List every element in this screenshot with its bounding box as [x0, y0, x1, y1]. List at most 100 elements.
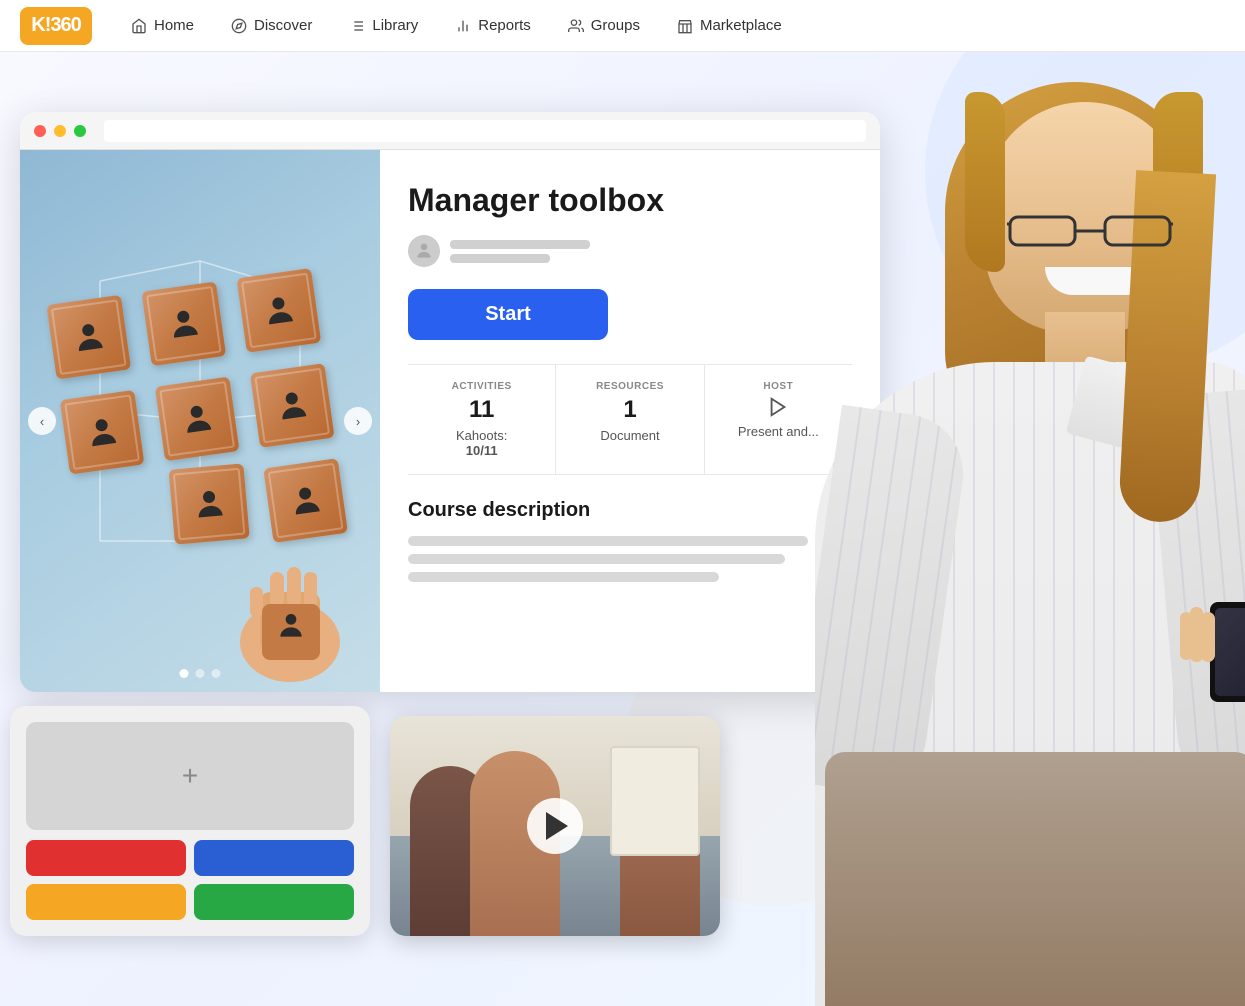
play-triangle [546, 812, 568, 840]
plus-icon: + [182, 760, 198, 792]
whiteboard [610, 746, 700, 856]
wood-block-6 [250, 363, 335, 448]
resources-sub: Document [568, 428, 691, 443]
description-heading: Course description [408, 499, 852, 522]
start-button[interactable]: Start [408, 289, 608, 340]
person-icon-4 [82, 412, 123, 453]
stat-resources: RESOURCES 1 Document [556, 365, 704, 474]
stat-host: HOST Present and... [705, 365, 852, 474]
image-dot-1[interactable] [180, 669, 189, 678]
browser-body: ‹ › Manager toolbox [20, 150, 880, 692]
nav-groups[interactable]: Groups [553, 11, 654, 41]
reports-icon [454, 17, 472, 35]
arm-right [1148, 388, 1245, 797]
host-play-icon [717, 396, 840, 424]
desc-line-2 [408, 554, 785, 564]
wood-block-4 [60, 390, 145, 475]
desc-line-1 [408, 536, 808, 546]
phone [1210, 602, 1245, 702]
author-line-1 [450, 240, 590, 249]
nav-reports[interactable]: Reports [440, 11, 545, 41]
person-icon-3 [259, 290, 300, 331]
browser-url-bar[interactable] [104, 120, 866, 142]
activities-sub: Kahoots: 10/11 [420, 428, 543, 458]
nav-marketplace[interactable]: Marketplace [662, 11, 796, 41]
phone-screen [1215, 608, 1245, 696]
kahoot-image-area: + [26, 722, 354, 830]
nav-library[interactable]: Library [334, 11, 432, 41]
host-sub: Present and... [717, 424, 840, 439]
hand-svg [220, 552, 360, 682]
nav-groups-label: Groups [591, 17, 640, 34]
wood-block-1 [46, 295, 131, 380]
nav-home-label: Home [154, 17, 194, 34]
navigation-bar: K!360 Home Discover Library Reports Grou… [0, 0, 1245, 52]
person-icon-5 [177, 399, 218, 440]
kahoot-btn-green[interactable] [194, 884, 354, 920]
host-label: HOST [717, 381, 840, 392]
video-card[interactable] [390, 716, 720, 936]
marketplace-icon [676, 17, 694, 35]
home-icon [130, 17, 148, 35]
finger-2 [1190, 607, 1203, 662]
wood-block-3 [237, 268, 322, 353]
nav-library-label: Library [372, 17, 418, 34]
arm-right-stripes [1148, 388, 1245, 797]
author-line-2 [450, 254, 550, 263]
wood-block-5 [155, 377, 240, 462]
play-icon [767, 396, 789, 418]
discover-icon [230, 17, 248, 35]
course-image-panel: ‹ › [20, 150, 380, 692]
wood-block-9 [263, 458, 348, 543]
wood-block-placeholder [73, 485, 158, 570]
activities-label: ACTIVITIES [420, 381, 543, 392]
bg-decoration-1 [925, 52, 1245, 372]
kahoot-btn-red[interactable] [26, 840, 186, 876]
author-row [408, 235, 852, 267]
description-lines [408, 536, 852, 582]
browser-window: ‹ › Manager toolbox [20, 112, 880, 692]
browser-close-btn[interactable] [34, 125, 46, 137]
activities-value: 11 [420, 396, 543, 424]
image-nav-left[interactable]: ‹ [28, 407, 56, 435]
author-avatar [408, 235, 440, 267]
browser-maximize-btn[interactable] [74, 125, 86, 137]
finger-3 [1180, 612, 1192, 660]
person-icon-2 [163, 303, 204, 344]
person-icon-8 [190, 485, 229, 524]
browser-minimize-btn[interactable] [54, 125, 66, 137]
main-content: ‹ › Manager toolbox [0, 52, 1245, 1006]
author-lines [450, 240, 590, 263]
image-dot-2[interactable] [196, 669, 205, 678]
logo[interactable]: K!360 [20, 7, 92, 45]
person-icon-1 [68, 317, 109, 358]
avatar-icon [414, 241, 434, 261]
logo-text: K!360 [31, 14, 80, 37]
play-button-overlay[interactable] [527, 798, 583, 854]
kahoot-btn-yellow[interactable] [26, 884, 186, 920]
finger-1 [1201, 612, 1215, 662]
course-details: Manager toolbox Start [380, 150, 880, 692]
stat-activities: ACTIVITIES 11 Kahoots: 10/11 [408, 365, 556, 474]
nav-marketplace-label: Marketplace [700, 17, 782, 34]
image-dots [180, 669, 221, 678]
groups-icon [567, 17, 585, 35]
kahoot-buttons [26, 840, 354, 920]
desc-line-3 [408, 572, 719, 582]
person-icon-9 [285, 480, 326, 521]
browser-chrome [20, 112, 880, 150]
image-nav-right[interactable]: › [344, 407, 372, 435]
stats-row: ACTIVITIES 11 Kahoots: 10/11 RESOURCES 1… [408, 364, 852, 475]
image-dot-3[interactable] [212, 669, 221, 678]
nav-reports-label: Reports [478, 17, 531, 34]
nav-home[interactable]: Home [116, 11, 208, 41]
course-image-bg [20, 150, 380, 692]
wood-block-2 [141, 281, 226, 366]
library-icon [348, 17, 366, 35]
kahoot-btn-blue[interactable] [194, 840, 354, 876]
resources-value: 1 [568, 396, 691, 424]
nav-discover[interactable]: Discover [216, 11, 326, 41]
course-title: Manager toolbox [408, 182, 852, 219]
resources-label: RESOURCES [568, 381, 691, 392]
kahoot-card: + [10, 706, 370, 936]
